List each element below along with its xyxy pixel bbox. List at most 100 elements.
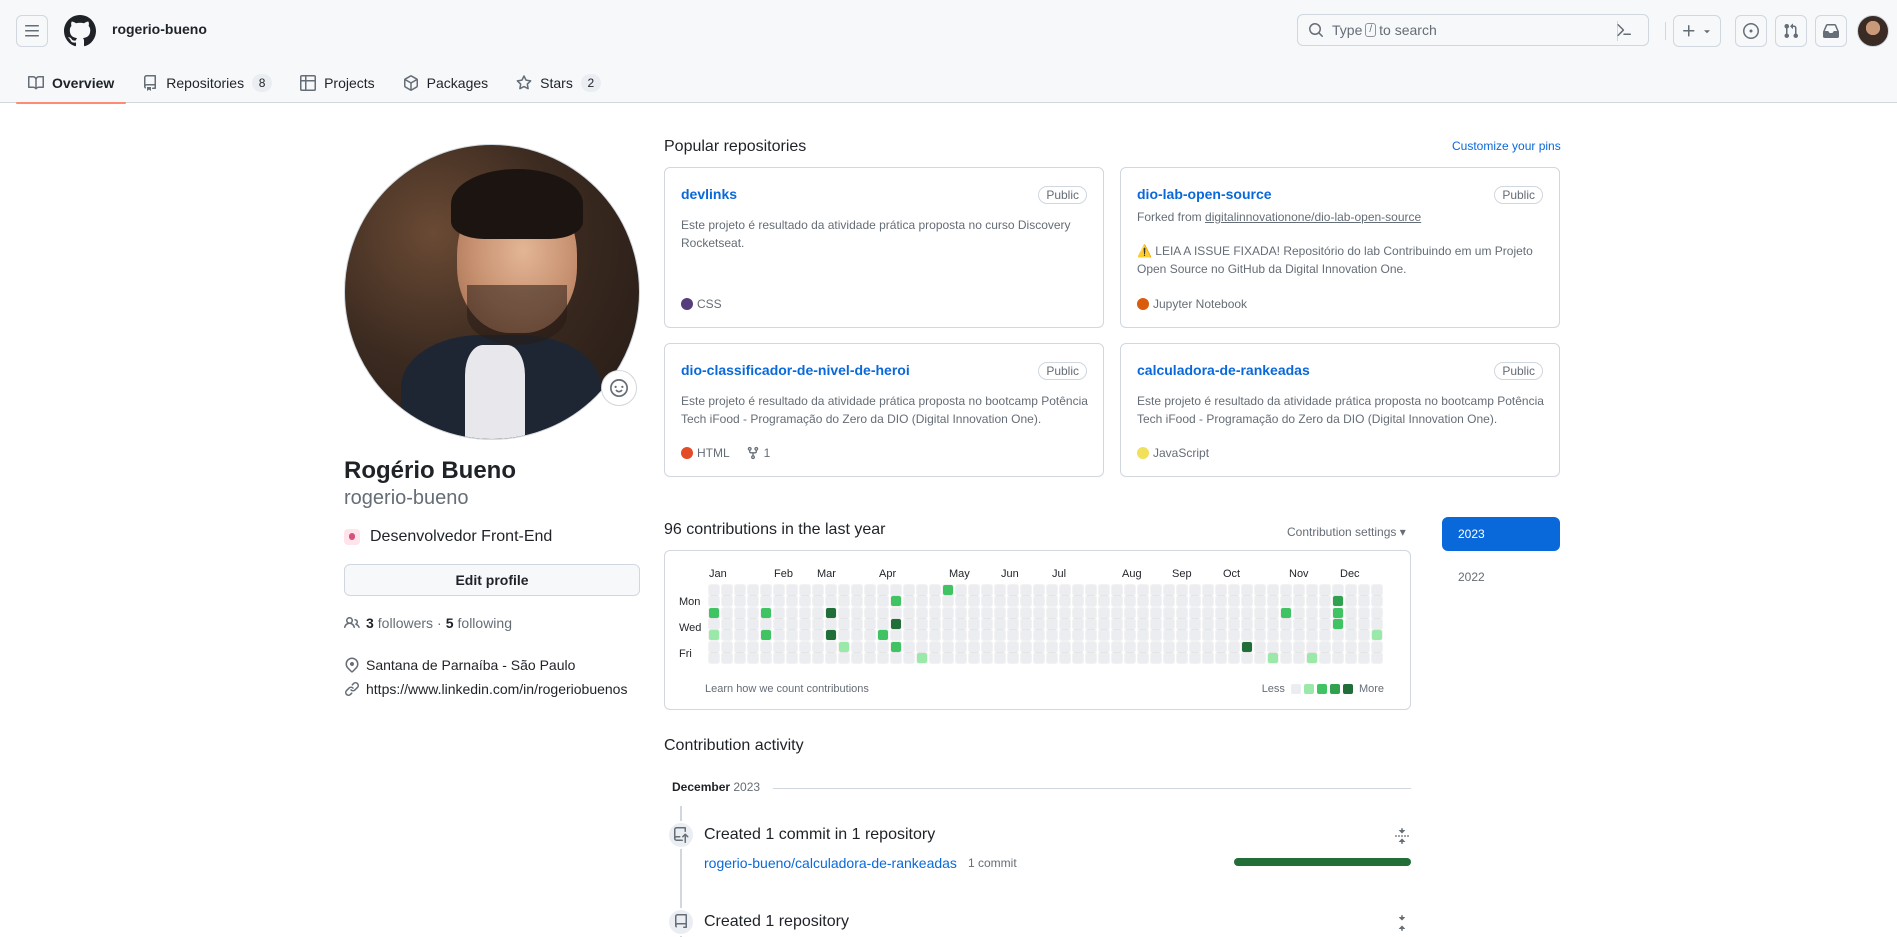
contribution-day[interactable]: [1332, 617, 1344, 630]
contribution-day[interactable]: [1163, 640, 1175, 653]
contribution-day[interactable]: [1007, 584, 1019, 596]
contribution-day[interactable]: [903, 651, 915, 664]
contribution-day[interactable]: [1163, 584, 1175, 596]
contribution-day[interactable]: [1345, 595, 1357, 608]
contribution-day[interactable]: [1319, 617, 1331, 630]
fold-icon[interactable]: [1394, 915, 1410, 931]
contribution-day[interactable]: [838, 595, 850, 608]
contribution-day[interactable]: [1137, 606, 1149, 619]
contribution-day[interactable]: [1306, 640, 1318, 653]
contribution-day[interactable]: [968, 595, 980, 608]
contribution-day[interactable]: [1098, 629, 1110, 642]
contribution-day[interactable]: [1176, 629, 1188, 642]
contribution-day[interactable]: [955, 629, 967, 642]
contribution-day[interactable]: [994, 651, 1006, 664]
contribution-day[interactable]: [1215, 640, 1227, 653]
contribution-day[interactable]: [1267, 651, 1279, 664]
contribution-day[interactable]: [1267, 629, 1279, 642]
contribution-day[interactable]: [1059, 651, 1071, 664]
contribution-day[interactable]: [1072, 651, 1084, 664]
contribution-day[interactable]: [786, 651, 798, 664]
contribution-day[interactable]: [1293, 584, 1305, 596]
contribution-day[interactable]: [1254, 584, 1266, 596]
contribution-day[interactable]: [864, 651, 876, 664]
contribution-day[interactable]: [968, 629, 980, 642]
year-2022-button[interactable]: 2022: [1442, 560, 1560, 594]
contribution-day[interactable]: [1280, 584, 1292, 596]
profile-status[interactable]: Desenvolvedor Front-End: [344, 528, 552, 546]
contribution-day[interactable]: [942, 629, 954, 642]
contribution-day[interactable]: [799, 584, 811, 596]
repo-link[interactable]: calculadora-de-rankeadas: [1137, 362, 1310, 378]
contribution-day[interactable]: [1072, 617, 1084, 630]
contribution-day[interactable]: [1085, 595, 1097, 608]
contribution-day[interactable]: [877, 629, 889, 642]
contribution-day[interactable]: [877, 595, 889, 608]
contribution-day[interactable]: [890, 606, 902, 619]
create-new-button[interactable]: [1673, 15, 1721, 47]
contribution-day[interactable]: [1280, 606, 1292, 619]
contribution-day[interactable]: [708, 651, 720, 664]
contribution-day[interactable]: [760, 640, 772, 653]
contribution-day[interactable]: [968, 584, 980, 596]
contribution-day[interactable]: [1306, 617, 1318, 630]
contribution-day[interactable]: [1267, 584, 1279, 596]
contribution-day[interactable]: [812, 606, 824, 619]
contribution-day[interactable]: [1085, 640, 1097, 653]
contribution-day[interactable]: [1254, 595, 1266, 608]
contribution-day[interactable]: [981, 617, 993, 630]
contribution-day[interactable]: [1215, 629, 1227, 642]
contribution-day[interactable]: [1241, 629, 1253, 642]
contribution-day[interactable]: [1137, 617, 1149, 630]
contribution-day[interactable]: [1189, 595, 1201, 608]
contribution-day[interactable]: [1371, 617, 1383, 630]
contribution-day[interactable]: [1319, 640, 1331, 653]
contribution-day[interactable]: [1241, 617, 1253, 630]
contribution-day[interactable]: [890, 595, 902, 608]
contribution-day[interactable]: [1189, 584, 1201, 596]
contribution-day[interactable]: [942, 617, 954, 630]
contribution-day[interactable]: [1007, 640, 1019, 653]
contribution-day[interactable]: [1228, 595, 1240, 608]
issues-button[interactable]: [1735, 15, 1767, 47]
contribution-day[interactable]: [1215, 584, 1227, 596]
contribution-day[interactable]: [1150, 640, 1162, 653]
contribution-day[interactable]: [1072, 595, 1084, 608]
contribution-day[interactable]: [1059, 584, 1071, 596]
tab-repositories[interactable]: Repositories 8: [130, 63, 284, 103]
contribution-day[interactable]: [786, 595, 798, 608]
edit-profile-button[interactable]: Edit profile: [344, 564, 640, 596]
contribution-day[interactable]: [1137, 584, 1149, 596]
contribution-day[interactable]: [981, 651, 993, 664]
contribution-day[interactable]: [838, 584, 850, 596]
contribution-day[interactable]: [1306, 606, 1318, 619]
following-count[interactable]: 5: [446, 615, 454, 631]
contribution-day[interactable]: [825, 629, 837, 642]
pull-requests-button[interactable]: [1775, 15, 1807, 47]
contribution-day[interactable]: [721, 584, 733, 596]
contribution-day[interactable]: [1072, 640, 1084, 653]
contribution-day[interactable]: [1046, 629, 1058, 642]
contribution-day[interactable]: [786, 606, 798, 619]
contribution-day[interactable]: [929, 640, 941, 653]
tab-overview[interactable]: Overview: [16, 63, 127, 104]
contribution-day[interactable]: [708, 584, 720, 596]
contribution-day[interactable]: [1228, 617, 1240, 630]
contribution-day[interactable]: [1189, 629, 1201, 642]
contribution-day[interactable]: [1033, 651, 1045, 664]
contribution-day[interactable]: [838, 629, 850, 642]
contribution-day[interactable]: [1046, 617, 1058, 630]
contribution-day[interactable]: [825, 606, 837, 619]
contribution-day[interactable]: [1124, 629, 1136, 642]
contribution-day[interactable]: [708, 617, 720, 630]
contribution-day[interactable]: [851, 640, 863, 653]
contribution-day[interactable]: [812, 640, 824, 653]
contribution-day[interactable]: [1150, 617, 1162, 630]
contribution-day[interactable]: [1150, 629, 1162, 642]
contribution-day[interactable]: [916, 640, 928, 653]
contribution-day[interactable]: [812, 617, 824, 630]
tab-projects[interactable]: Projects: [288, 63, 387, 103]
followers-count[interactable]: 3: [366, 615, 374, 631]
contribution-day[interactable]: [955, 640, 967, 653]
fold-icon[interactable]: [1394, 828, 1410, 844]
